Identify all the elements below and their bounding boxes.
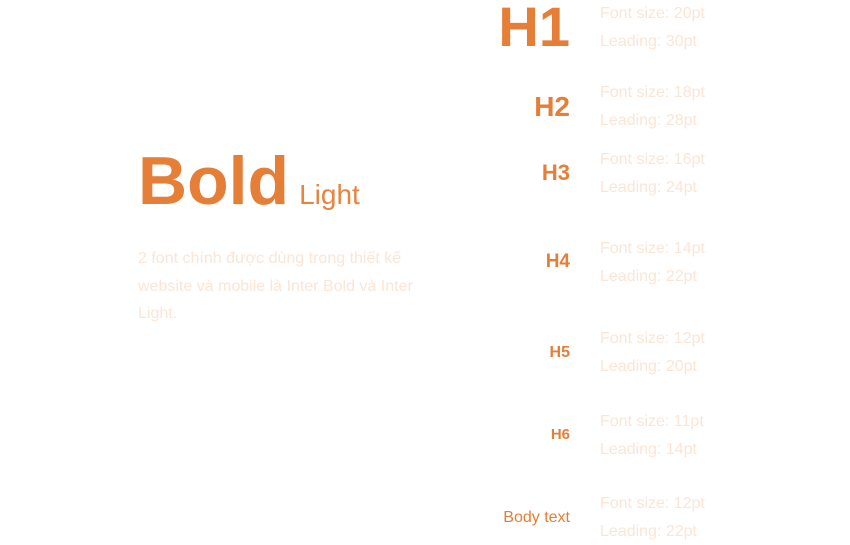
h2-spec: Font size: 18pt Leading: 28pt [600,79,705,134]
h4-spec: Font size: 14pt Leading: 22pt [600,235,705,290]
h5-leading: Leading: 20pt [600,353,705,381]
h2-sample: H2 [534,91,570,123]
h4-leading: Leading: 22pt [600,263,705,291]
bold-weight-label: Bold [138,143,289,219]
h3-font-size: Font size: 16pt [600,146,705,174]
h5-sample: H5 [550,343,570,363]
h3-leading: Leading: 24pt [600,174,705,202]
h2-leading: Leading: 28pt [600,107,705,135]
font-description: 2 font chính được dùng trong thiết kế we… [138,245,418,328]
h6-sample: H6 [551,426,570,444]
h1-font-size: Font size: 20pt [600,0,705,28]
h6-leading: Leading: 14pt [600,436,704,464]
h1-leading: Leading: 30pt [600,28,705,56]
body-text-sample: Body text [503,508,570,528]
font-weight-heading: Bold Light [138,143,360,219]
h1-sample: H1 [498,0,570,57]
h5-spec: Font size: 12pt Leading: 20pt [600,325,705,380]
body-text-spec: Font size: 12pt Leading: 22pt [600,490,705,545]
h1-spec: Font size: 20pt Leading: 30pt [600,0,705,55]
h3-sample: H3 [542,160,570,186]
h5-font-size: Font size: 12pt [600,325,705,353]
h2-font-size: Font size: 18pt [600,79,705,107]
h6-spec: Font size: 11pt Leading: 14pt [600,408,704,463]
body-text-font-size: Font size: 12pt [600,490,705,518]
light-weight-label: Light [299,179,360,210]
h4-font-size: Font size: 14pt [600,235,705,263]
h4-sample: H4 [546,251,570,273]
body-text-leading: Leading: 22pt [600,518,705,545]
h3-spec: Font size: 16pt Leading: 24pt [600,146,705,201]
h6-font-size: Font size: 11pt [600,408,704,436]
